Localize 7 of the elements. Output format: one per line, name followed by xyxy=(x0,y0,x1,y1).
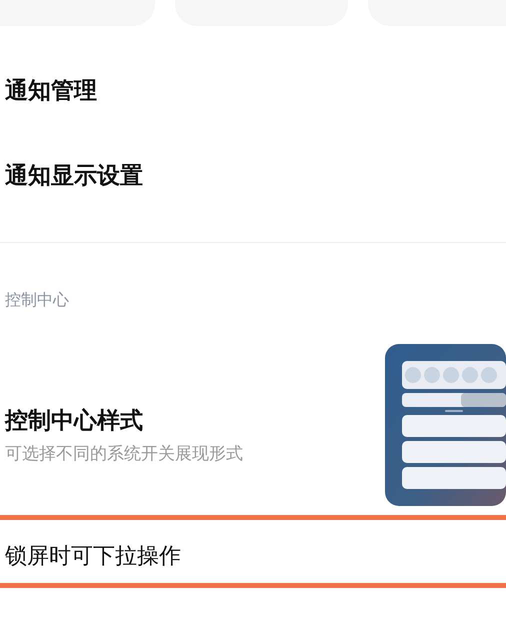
item-subtitle: 可选择不同的系统开关展现形式 xyxy=(5,443,243,465)
settings-item[interactable]: 通知管理 xyxy=(0,64,506,149)
item-title: 控制中心样式 xyxy=(5,407,144,436)
settings-item[interactable]: 通知显示设置 xyxy=(0,149,506,234)
settings-item[interactable]: 锁屏时可下拉操作 xyxy=(0,515,506,588)
settings-item[interactable]: 控制中心样式 可选择不同的系统开关展现形式 xyxy=(0,330,506,515)
section-header: 控制中心 xyxy=(4,289,70,311)
